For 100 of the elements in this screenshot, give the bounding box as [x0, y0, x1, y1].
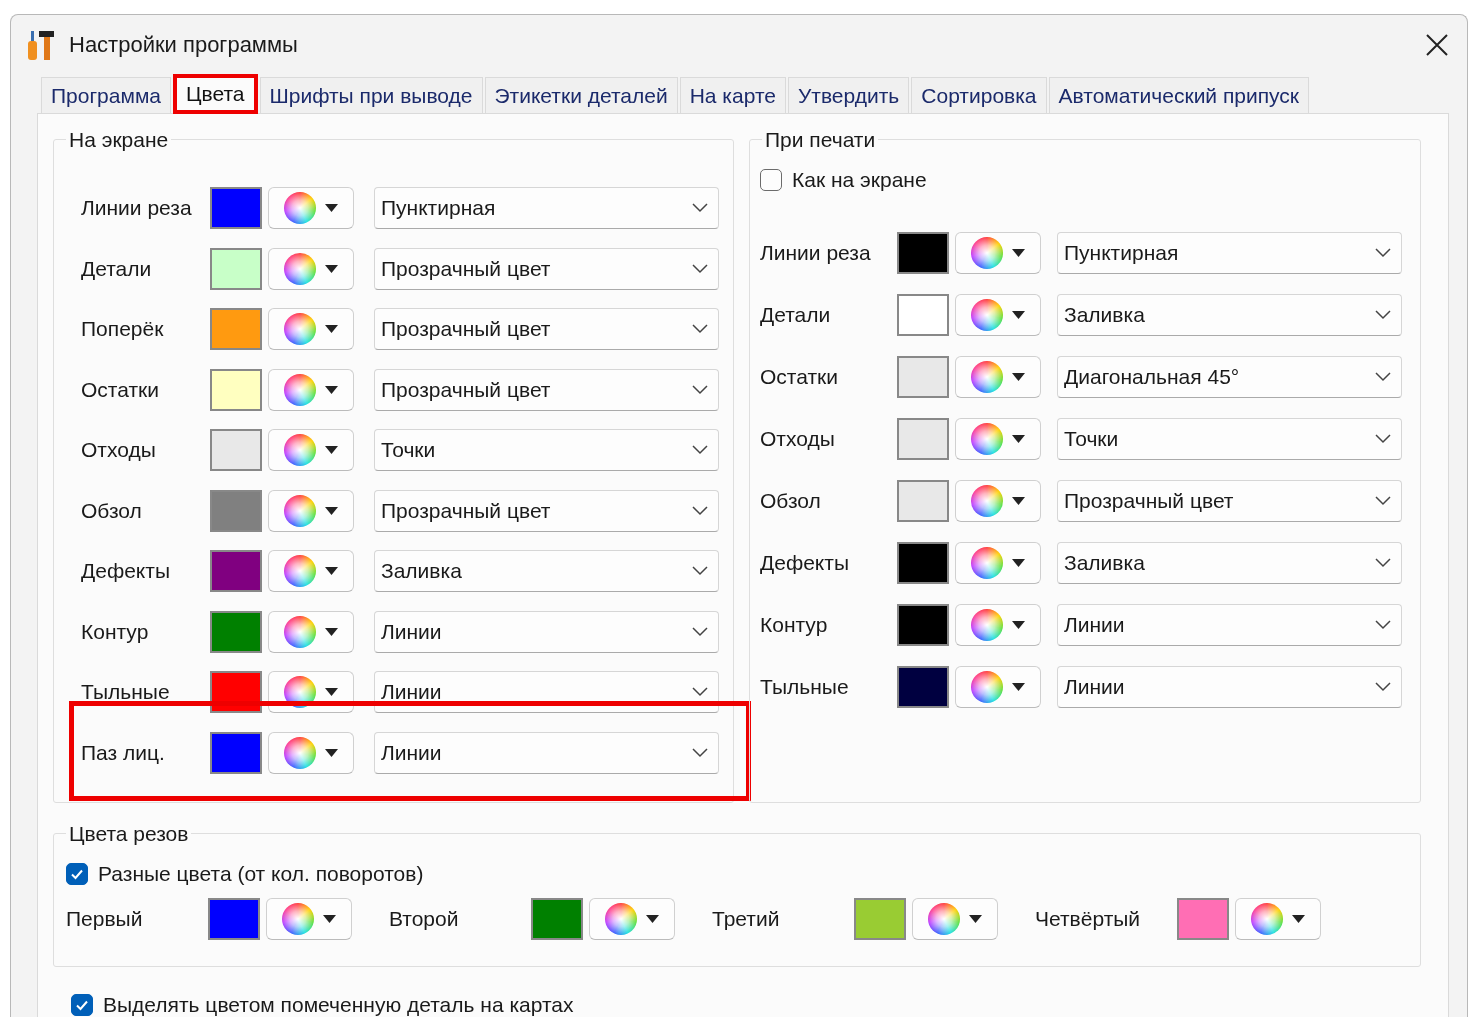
style-dropdown[interactable]: Прозрачный цвет	[374, 368, 719, 411]
color-picker-button[interactable]	[955, 232, 1041, 274]
color-picker-button[interactable]	[955, 418, 1041, 460]
color-wheel-icon	[971, 547, 1003, 579]
style-dropdown[interactable]: Линии	[374, 610, 719, 653]
color-picker-button[interactable]	[268, 247, 354, 290]
color-wheel-icon	[1251, 903, 1283, 935]
color-picker-button[interactable]	[268, 550, 354, 593]
style-dropdown[interactable]: Прозрачный цвет	[1057, 480, 1402, 522]
style-dropdown[interactable]: Заливка	[374, 550, 719, 593]
chevron-down-icon	[692, 384, 708, 395]
color-picker-button[interactable]	[268, 308, 354, 351]
caret-icon	[325, 567, 338, 576]
caret-icon	[646, 915, 659, 923]
color-label: Первый	[66, 907, 144, 931]
color-picker-button[interactable]	[955, 666, 1041, 708]
color-picker-button[interactable]	[955, 604, 1041, 646]
tab[interactable]: Программа	[41, 77, 172, 113]
color-label: Обзол	[81, 498, 143, 523]
color-wheel-icon	[284, 736, 316, 769]
style-dropdown[interactable]: Прозрачный цвет	[374, 489, 719, 532]
color-picker-button[interactable]	[955, 480, 1041, 522]
color-wheel-icon	[971, 299, 1003, 331]
color-picker-button[interactable]	[912, 898, 998, 940]
color-wheel-icon	[971, 609, 1003, 641]
caret-icon	[325, 264, 338, 273]
color-picker-button[interactable]	[955, 294, 1041, 336]
style-dropdown[interactable]: Прозрачный цвет	[374, 247, 719, 290]
color-label: Тыльные	[760, 675, 850, 699]
checkbox[interactable]	[71, 994, 93, 1016]
color-wheel-icon	[284, 252, 316, 285]
color-picker-button[interactable]	[268, 731, 354, 774]
color-wheel-icon	[971, 361, 1003, 393]
style-dropdown[interactable]: Точки	[374, 429, 719, 472]
tab[interactable]: Шрифты при выводе	[259, 77, 483, 113]
tab[interactable]: Сортировка	[911, 77, 1047, 113]
style-dropdown[interactable]: Прозрачный цвет	[374, 308, 719, 351]
color-picker-button[interactable]	[268, 368, 354, 411]
color-picker-button[interactable]	[955, 356, 1041, 398]
color-picker-button[interactable]	[268, 489, 354, 532]
style-dropdown[interactable]: Пунктирная	[1057, 232, 1402, 274]
caret-icon	[1012, 497, 1025, 505]
chevron-down-icon	[692, 263, 708, 274]
color-picker-button[interactable]	[1235, 898, 1321, 940]
checkbox-label: Выделять цветом помеченную деталь на картах	[103, 993, 574, 1017]
close-icon	[1426, 34, 1448, 56]
color-wheel-icon	[971, 671, 1003, 703]
style-dropdown[interactable]: Точки	[1057, 418, 1402, 460]
caret-icon	[325, 385, 338, 394]
color-label: Дефекты	[81, 559, 171, 584]
color-wheel-icon	[284, 192, 316, 225]
checkbox-label: Разные цвета (от кол. поворотов)	[98, 862, 424, 886]
caret-icon	[325, 748, 338, 757]
color-picker-button[interactable]	[268, 610, 354, 653]
color-picker-button[interactable]	[268, 429, 354, 472]
tab[interactable]: Цвета	[173, 74, 258, 114]
style-dropdown[interactable]: Линии	[374, 731, 719, 774]
color-wheel-icon	[282, 903, 314, 935]
chevron-down-icon	[1375, 682, 1391, 692]
color-label: Четвёртый	[1035, 907, 1142, 931]
color-wheel-icon	[284, 434, 316, 467]
style-dropdown[interactable]: Линии	[1057, 666, 1402, 708]
caret-icon	[1012, 311, 1025, 319]
style-dropdown[interactable]: Заливка	[1057, 542, 1402, 584]
checkbox[interactable]	[66, 863, 88, 885]
color-wheel-icon	[284, 615, 316, 648]
chevron-down-icon	[692, 324, 708, 335]
color-picker-button[interactable]	[955, 542, 1041, 584]
style-dropdown[interactable]: Заливка	[1057, 294, 1402, 336]
chevron-down-icon	[692, 687, 708, 698]
color-label: Третий	[712, 907, 781, 931]
color-label: Остатки	[81, 377, 160, 402]
tab[interactable]: Автоматический припуск	[1048, 77, 1310, 113]
color-label: Поперёк	[81, 317, 165, 342]
color-picker-button[interactable]	[589, 898, 675, 940]
color-label: Линии реза	[81, 196, 193, 221]
color-wheel-icon	[284, 373, 316, 406]
chevron-down-icon	[1375, 620, 1391, 630]
chevron-down-icon	[692, 747, 708, 758]
color-label: Отходы	[81, 438, 157, 463]
color-wheel-icon	[928, 903, 960, 935]
tab[interactable]: На карте	[679, 77, 786, 113]
check-icon	[70, 867, 84, 881]
caret-icon	[1012, 249, 1025, 257]
color-label: Отходы	[760, 427, 836, 451]
style-dropdown[interactable]: Линии	[1057, 604, 1402, 646]
chevron-down-icon	[692, 566, 708, 577]
style-dropdown[interactable]: Пунктирная	[374, 187, 719, 230]
tab[interactable]: Утвердить	[788, 77, 910, 113]
color-wheel-icon	[605, 903, 637, 935]
color-picker-button[interactable]	[266, 898, 352, 940]
chevron-down-icon	[1375, 558, 1391, 568]
color-picker-button[interactable]	[268, 187, 354, 230]
checkbox[interactable]	[760, 169, 782, 191]
chevron-down-icon	[1375, 248, 1391, 258]
caret-icon	[1012, 559, 1025, 567]
chevron-down-icon	[692, 445, 708, 456]
chevron-down-icon	[692, 203, 708, 214]
tab[interactable]: Этикетки деталей	[484, 77, 678, 113]
style-dropdown[interactable]: Диагональная 45°	[1057, 356, 1402, 398]
